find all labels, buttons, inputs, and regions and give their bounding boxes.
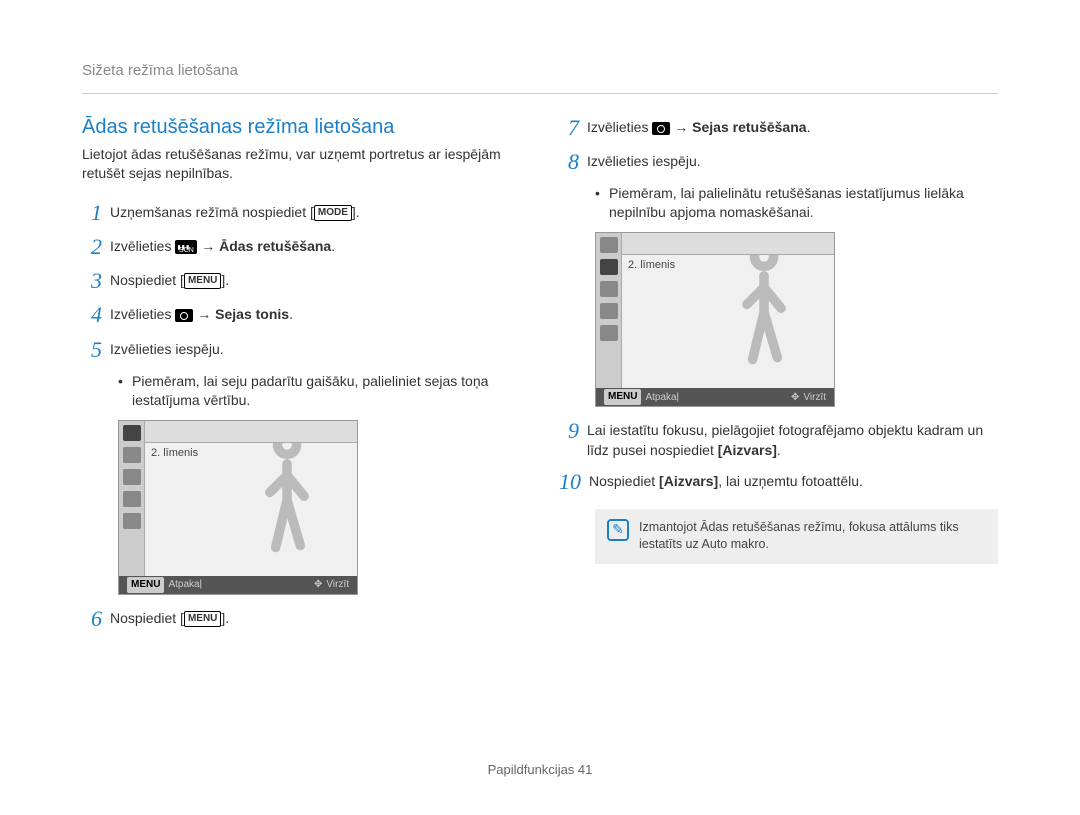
step-number: 3 bbox=[82, 269, 110, 293]
step-10: Nospiediet [Aizvars], lai uzņemtu fotoat… bbox=[589, 470, 998, 492]
camera-ui-screenshot: 2. līmenis MENU Atpakaļ ✥ Virzīt bbox=[118, 420, 358, 595]
header-title: Sižeta režīma lietošana bbox=[82, 62, 998, 79]
left-column: Ādas retušēšanas režīma lietošana Lietoj… bbox=[82, 116, 521, 641]
sidebar-icon bbox=[600, 325, 618, 341]
nav-icon: ✥ bbox=[314, 579, 322, 590]
camera-icon bbox=[652, 122, 670, 135]
level-label: 2. līmenis bbox=[628, 259, 675, 271]
note-box: ✎ Izmantojot Ādas retušēšanas režīmu, fo… bbox=[595, 509, 998, 564]
footer-move: Virzīt bbox=[803, 392, 826, 403]
step-number: 6 bbox=[82, 607, 110, 631]
screenshot-toolbar bbox=[145, 421, 357, 443]
step-4: Izvēlieties → Sejas tonis. bbox=[110, 303, 521, 325]
menu-icon: MENU bbox=[127, 577, 164, 593]
step-number: 10 bbox=[559, 470, 589, 494]
person-silhouette bbox=[704, 255, 824, 388]
sidebar-icon bbox=[600, 259, 618, 275]
step-number: 8 bbox=[559, 150, 587, 174]
section-title: Ādas retušēšanas režīma lietošana bbox=[82, 116, 521, 139]
step-5: Izvēlieties iespēju. bbox=[110, 338, 521, 360]
step-number: 7 bbox=[559, 116, 587, 140]
menu-icon: MENU bbox=[604, 389, 641, 405]
sidebar-icon bbox=[600, 237, 618, 253]
section-intro: Lietojot ādas retušēšanas režīmu, var uz… bbox=[82, 145, 521, 183]
step-number: 4 bbox=[82, 303, 110, 327]
sidebar-icon bbox=[600, 303, 618, 319]
step-7: Izvēlieties → Sejas retušēšana. bbox=[587, 116, 998, 138]
step-2: Izvēlieties SCN → Ādas retušēšana. bbox=[110, 235, 521, 257]
footer-move: Virzīt bbox=[326, 579, 349, 590]
step-number: 5 bbox=[82, 338, 110, 362]
step-3: Nospiediet [MENU]. bbox=[110, 269, 521, 291]
step-8-sub: Piemēram, lai palielinātu retušēšanas ie… bbox=[559, 184, 998, 222]
nav-icon: ✥ bbox=[791, 392, 799, 403]
step-1: Uzņemšanas režīmā nospiediet [MODE]. bbox=[110, 201, 521, 223]
sidebar-icon bbox=[123, 447, 141, 463]
person-silhouette bbox=[227, 443, 347, 576]
mode-icon: MODE bbox=[314, 205, 352, 221]
step-number: 2 bbox=[82, 235, 110, 259]
sidebar-icon bbox=[123, 469, 141, 485]
step-6: Nospiediet [MENU]. bbox=[110, 607, 521, 629]
page-footer: Papildfunkcijas 41 bbox=[0, 762, 1080, 777]
step-number: 9 bbox=[559, 419, 587, 443]
right-column: 7 Izvēlieties → Sejas retušēšana. 8 Izvē… bbox=[559, 116, 998, 641]
footer-back: Atpakaļ bbox=[168, 579, 201, 590]
sidebar-icon bbox=[600, 281, 618, 297]
step-9: Lai iestatītu fokusu, pielāgojiet fotogr… bbox=[587, 419, 998, 460]
sidebar-icon bbox=[123, 491, 141, 507]
footer-back: Atpakaļ bbox=[645, 392, 678, 403]
level-label: 2. līmenis bbox=[151, 447, 198, 459]
note-icon: ✎ bbox=[607, 519, 629, 541]
menu-icon: MENU bbox=[184, 273, 221, 289]
step-8: Izvēlieties iespēju. bbox=[587, 150, 998, 172]
step-5-sub: Piemēram, lai seju padarītu gaišāku, pal… bbox=[82, 372, 521, 410]
screenshot-toolbar bbox=[622, 233, 834, 255]
scn-icon: SCN bbox=[175, 240, 197, 254]
sidebar-icon bbox=[123, 425, 141, 441]
sidebar-icon bbox=[123, 513, 141, 529]
camera-ui-screenshot: 2. līmenis MENU Atpakaļ ✥ Virzīt bbox=[595, 232, 835, 407]
camera-icon bbox=[175, 309, 193, 322]
menu-icon: MENU bbox=[184, 611, 221, 627]
step-number: 1 bbox=[82, 201, 110, 225]
note-text: Izmantojot Ādas retušēšanas režīmu, foku… bbox=[639, 519, 986, 554]
